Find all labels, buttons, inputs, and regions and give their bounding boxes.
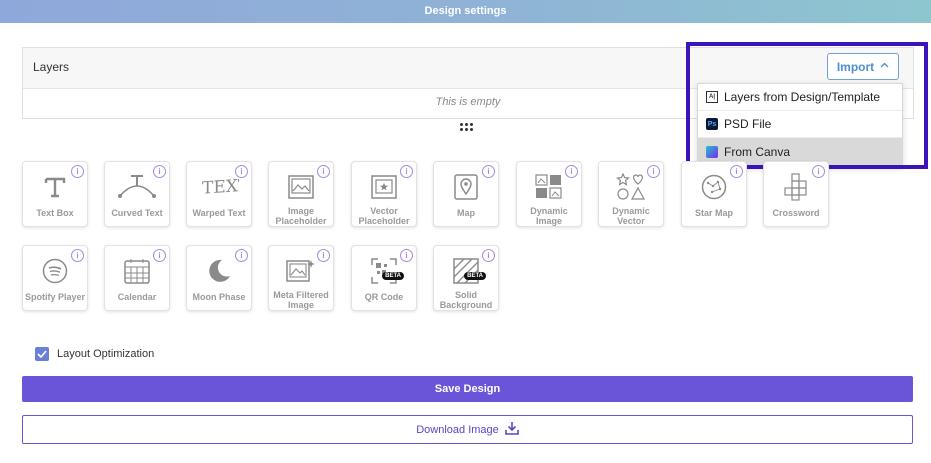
download-image-label: Download Image [416,423,499,436]
tool-label: Vector Placeholder [358,206,410,226]
tool-label: Moon Phase [192,292,246,302]
design-settings-header: Design settings [0,0,931,23]
star-map-icon [682,174,746,200]
warped-text-icon: TEXT [187,174,251,200]
layout-optimization-checkbox[interactable] [35,347,49,361]
vector-placeholder-icon [352,174,416,200]
tool-crossword[interactable]: i Crossword [763,161,829,227]
tool-warped-text[interactable]: i TEXT Warped Text [186,161,252,227]
download-icon [504,421,519,438]
tool-dynamic-image[interactable]: i Dynamic Image [516,161,582,227]
moon-icon [187,258,251,284]
drag-handle-icon[interactable] [460,123,474,133]
tool-label: Spotify Player [24,292,86,302]
tool-label: Solid Background [439,290,493,310]
tool-solid-background[interactable]: i BETA Solid Background [433,245,499,311]
tool-label: Image Placeholder [275,206,327,226]
tool-star-map[interactable]: i Star Map [681,161,747,227]
tool-image-placeholder[interactable]: i Image Placeholder [268,161,334,227]
beta-badge: BETA [382,272,404,280]
tool-label: Meta Filtered Image [273,290,329,310]
tool-map[interactable]: i Map [433,161,499,227]
dynamic-image-icon [517,174,581,200]
layout-optimization-label: Layout Optimization [57,348,155,360]
download-image-button[interactable]: Download Image [22,415,913,444]
tool-vector-placeholder[interactable]: i Vector Placeholder [351,161,417,227]
tool-label: Dynamic Vector [612,206,650,226]
layout-optimization-option: Layout Optimization [35,347,154,361]
tool-meta-filtered-image[interactable]: i Meta Filtered Image [268,245,334,311]
tool-label: Map [457,208,475,218]
tool-spotify-player[interactable]: i Spotify Player [22,245,88,311]
spotify-icon [23,258,87,284]
tool-label: QR Code [364,292,404,302]
map-pin-icon [434,174,498,200]
calendar-icon [105,258,169,284]
tool-label: Crossword [772,208,820,218]
tool-curved-text[interactable]: i Curved Text [104,161,170,227]
save-design-button[interactable]: Save Design [22,376,913,402]
tool-moon-phase[interactable]: i Moon Phase [186,245,252,311]
tool-qr-code[interactable]: i BETA QR Code [351,245,417,311]
tool-label: Text Box [36,208,74,218]
tool-label: Curved Text [111,208,163,218]
dynamic-vector-icon [599,173,663,200]
tool-label: Dynamic Image [530,206,568,226]
curved-text-icon [105,174,169,200]
beta-badge: BETA [464,272,486,280]
text-box-icon [23,174,87,200]
image-placeholder-icon [269,174,333,200]
tool-label: Calendar [117,292,157,302]
tool-calendar[interactable]: i Calendar [104,245,170,311]
tool-label: Warped Text [192,208,246,218]
qr-code-icon [352,258,416,284]
highlight-annotation-box [686,42,928,169]
tool-text-box[interactable]: i Text Box [22,161,88,227]
tool-label: Star Map [694,208,733,218]
meta-filtered-image-icon [269,258,333,284]
crossword-icon [764,173,828,201]
tool-dynamic-vector[interactable]: i Dynamic Vector [598,161,664,227]
svg-text:TEXT: TEXT [202,175,239,198]
solid-background-icon [434,258,498,284]
layers-title: Layers [33,60,70,74]
